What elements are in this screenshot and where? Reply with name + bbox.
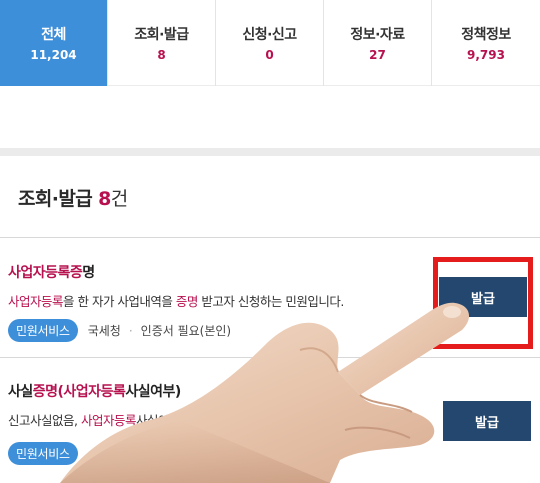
tab-count: 27 bbox=[369, 48, 386, 62]
desc-text: 하는 민원 bbox=[350, 413, 398, 428]
results-count: 8 bbox=[98, 188, 111, 210]
item-description-tail: 하는 민원 bbox=[350, 410, 398, 429]
tab-count: 0 bbox=[265, 48, 274, 62]
section-divider bbox=[0, 148, 540, 156]
item-title[interactable]: 사실증명(사업자등록사실여부) bbox=[8, 381, 181, 401]
issue-button[interactable]: 발급 bbox=[439, 277, 527, 317]
desc-highlight: 사업자등록 bbox=[80, 413, 137, 428]
issue-button[interactable]: 발급 bbox=[443, 401, 531, 441]
title-rest: 명 bbox=[82, 265, 95, 281]
tab-application-report[interactable]: 신청·신고 0 bbox=[216, 0, 324, 86]
desc-text: 을 한 자가 사업내역을 bbox=[63, 294, 176, 309]
service-chip: 민원서비스 bbox=[8, 442, 78, 465]
tab-count: 8 bbox=[157, 48, 166, 62]
list-item-divider bbox=[0, 357, 540, 358]
tab-label: 정책정보 bbox=[461, 27, 511, 43]
item-meta: 민원서비스 bbox=[8, 442, 88, 465]
tab-label: 조회·발급 bbox=[134, 27, 189, 43]
tab-label: 정보·자료 bbox=[350, 27, 405, 43]
item-title[interactable]: 사업자등록증명 bbox=[8, 262, 95, 282]
title-text: 사실 bbox=[8, 384, 33, 400]
tab-policy-info[interactable]: 정책정보 9,793 bbox=[432, 0, 540, 86]
item-description: 사업자등록을 한 자가 사업내역을 증명 받고자 신청하는 민원입니다. bbox=[8, 291, 344, 310]
requirement-label: 인증서 필요(본인) bbox=[140, 324, 232, 338]
desc-text: 사실여부 bbox=[135, 413, 181, 428]
tab-label: 전체 bbox=[41, 27, 66, 43]
meta-separator: · bbox=[128, 323, 133, 338]
title-highlight: 사업자등록증 bbox=[8, 265, 83, 281]
tab-label: 신청·신고 bbox=[242, 27, 297, 43]
results-heading-label: 조회·발급 bbox=[18, 188, 93, 210]
list-top-border bbox=[0, 237, 540, 238]
category-tabs: 전체 11,204 조회·발급 8 신청·신고 0 정보·자료 27 정책정보 … bbox=[0, 0, 540, 86]
results-heading: 조회·발급 8건 bbox=[18, 184, 128, 211]
service-chip: 민원서비스 bbox=[8, 319, 78, 342]
tab-count: 11,204 bbox=[30, 48, 77, 62]
tab-inquiry-issue[interactable]: 조회·발급 8 bbox=[108, 0, 216, 86]
title-rest: 사실여부) bbox=[125, 384, 181, 400]
agency-label: 국세청 bbox=[87, 324, 121, 338]
tab-count: 9,793 bbox=[467, 48, 505, 62]
desc-highlight: 사업자등록 bbox=[8, 294, 64, 309]
desc-text: 받고자 신청하는 민원입니다. bbox=[197, 294, 344, 309]
results-unit: 건 bbox=[110, 188, 128, 210]
tab-all[interactable]: 전체 11,204 bbox=[0, 0, 108, 86]
desc-text: 신고사실없음, bbox=[8, 413, 81, 428]
desc-highlight: 증명 bbox=[175, 294, 199, 309]
item-meta: 민원서비스 국세청 · 인증서 필요(본인) bbox=[8, 319, 231, 342]
tab-info-data[interactable]: 정보·자료 27 bbox=[324, 0, 432, 86]
title-highlight: 증명(사업자등록 bbox=[32, 384, 126, 400]
item-description: 신고사실없음, 사업자등록사실여부 bbox=[8, 410, 180, 429]
